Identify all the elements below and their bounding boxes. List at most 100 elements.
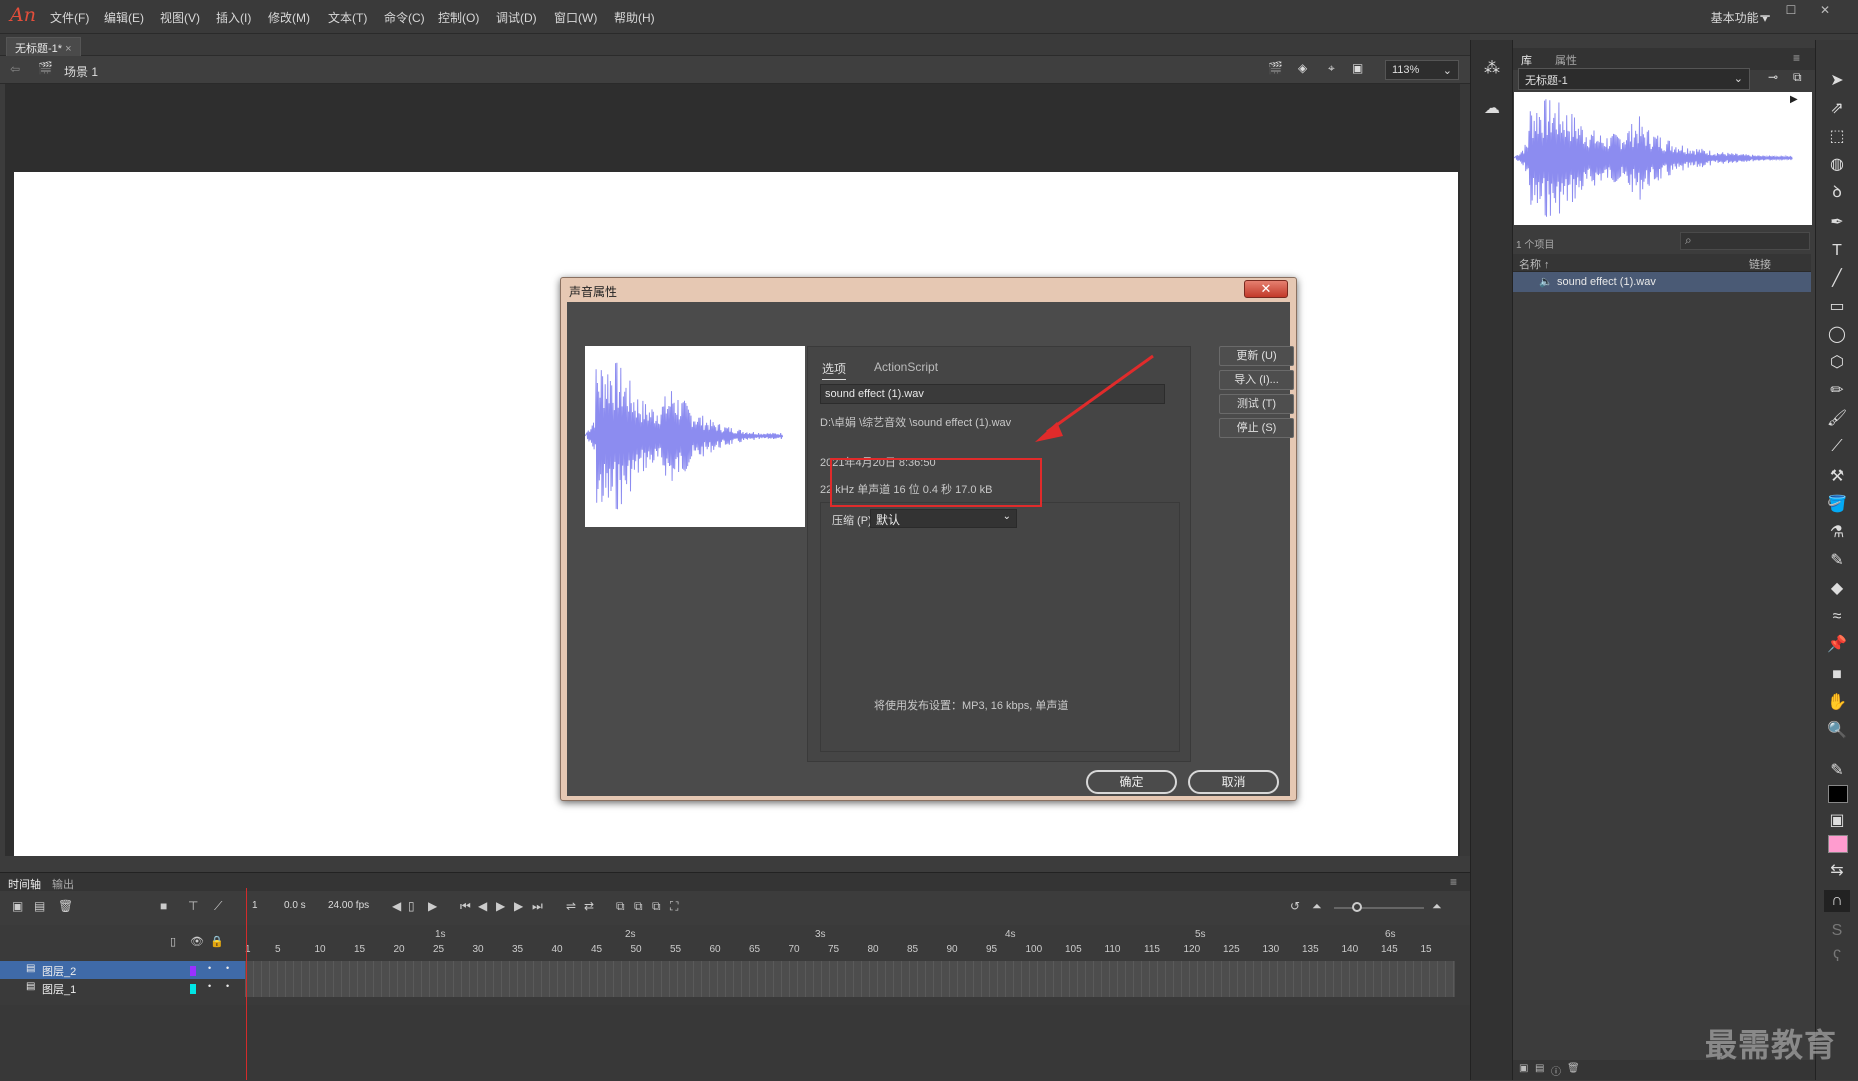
menu-item-1[interactable]: 编辑(E) xyxy=(104,9,144,26)
asset-warp-tool-icon[interactable]: 📌 xyxy=(1824,634,1850,656)
center-frame-icon[interactable]: ⇄ xyxy=(584,899,594,913)
layer-lock-dot[interactable]: • xyxy=(226,981,229,991)
document-tab[interactable]: 无标题-1* × xyxy=(6,37,81,56)
onion-skin-icon[interactable]: ⧉ xyxy=(616,899,625,914)
pencil-tool-icon[interactable]: ✏ xyxy=(1824,380,1850,402)
cancel-button[interactable]: 取消 xyxy=(1188,770,1279,794)
subselection-tool-icon[interactable]: ⇗ xyxy=(1824,98,1850,120)
dialog-close-button[interactable]: ✕ xyxy=(1244,280,1288,298)
tab-actionscript[interactable]: ActionScript xyxy=(874,360,938,374)
step-forward-icon[interactable]: ▶ xyxy=(514,899,523,913)
panel-menu-icon[interactable]: ≡ xyxy=(1450,875,1457,889)
play-icon[interactable]: ▶ xyxy=(496,899,505,913)
tab-properties[interactable]: 属性 xyxy=(1555,52,1577,68)
stop-button[interactable]: 停止 (S) xyxy=(1219,418,1294,438)
current-time[interactable]: 0.0 s xyxy=(284,900,306,911)
ok-button[interactable]: 确定 xyxy=(1086,770,1177,794)
undo-scale-icon[interactable]: ↺ xyxy=(1290,899,1300,913)
last-frame-icon[interactable]: ⏭ xyxy=(532,899,543,914)
menu-item-10[interactable]: 帮助(H) xyxy=(614,9,655,26)
modify-markers-icon[interactable]: ⛶ xyxy=(670,899,678,914)
menu-item-0[interactable]: 文件(F) xyxy=(50,9,89,26)
zoom-tool-icon[interactable]: 🔍 xyxy=(1824,720,1850,742)
show-hide-eye-icon[interactable]: 👁 xyxy=(190,935,204,948)
3d-rotation-tool-icon[interactable]: ◍ xyxy=(1824,154,1850,176)
zoom-out-icon[interactable]: ⏶ xyxy=(1312,899,1322,914)
zoom-in-icon[interactable]: ⏶ xyxy=(1432,899,1442,914)
timeline-ruler[interactable]: 1s 2s 3s 4s 5s 6s 1 5 10 15 20 25 30 35 40 45 50 55 60 65 70… xyxy=(245,925,1455,959)
tab-options[interactable]: 选项 xyxy=(822,360,847,380)
camera-icon[interactable]: ■ xyxy=(160,899,167,913)
menu-item-8[interactable]: 调试(D) xyxy=(496,9,537,26)
layer-color-swatch[interactable] xyxy=(190,966,196,976)
menu-item-3[interactable]: 插入(I) xyxy=(216,9,251,26)
timeline-zoom-thumb[interactable] xyxy=(1352,902,1362,912)
swap-colors-icon[interactable]: ⇆ xyxy=(1824,860,1850,882)
layer-row[interactable]: ▤ 图层_2 • • xyxy=(0,961,245,979)
column-name[interactable]: 名称 ↑ xyxy=(1519,256,1550,272)
add-keyframe-icon[interactable]: ▯ xyxy=(408,899,415,913)
layer-color-swatch[interactable] xyxy=(190,984,196,994)
new-folder-icon[interactable]: ▤ xyxy=(1535,1063,1544,1074)
stage-vertical-scrollbar[interactable] xyxy=(1460,84,1470,856)
close-icon[interactable]: × xyxy=(65,43,71,55)
new-library-panel-icon[interactable]: ⧉ xyxy=(1793,70,1802,85)
new-symbol-icon[interactable]: ▣ xyxy=(1519,1063,1528,1074)
width-tool-icon[interactable]: ≈ xyxy=(1824,606,1850,628)
layer-frames[interactable] xyxy=(245,979,1455,997)
menu-item-4[interactable]: 修改(M) xyxy=(268,9,310,26)
edit-symbol-icon[interactable]: ◈ xyxy=(1298,61,1307,75)
menu-item-6[interactable]: 命令(C) xyxy=(384,9,425,26)
current-frame[interactable]: 1 xyxy=(252,900,258,911)
menu-item-9[interactable]: 窗口(W) xyxy=(554,9,597,26)
library-item-sound[interactable]: 🔈 sound effect (1).wav xyxy=(1513,272,1811,292)
playhead[interactable] xyxy=(246,888,247,1080)
prev-keyframe-icon[interactable]: ◀ xyxy=(392,899,401,913)
frame-rate[interactable]: 24.00 fps xyxy=(328,900,369,911)
outline-icon[interactable]: ▯ xyxy=(170,935,176,948)
library-document-select[interactable]: 无标题-1 ⌄ xyxy=(1518,68,1750,90)
column-linkage[interactable]: 链接 xyxy=(1749,256,1771,272)
library-search-input[interactable]: ⌕ xyxy=(1680,232,1810,250)
lock-icon[interactable]: 🔒 xyxy=(210,935,224,948)
rectangle-tool-icon[interactable]: ▭ xyxy=(1824,296,1850,318)
delete-layer-icon[interactable]: 🗑 xyxy=(58,899,73,913)
edit-scene-icon[interactable]: 🎬 xyxy=(1268,61,1283,75)
onion-outline-icon[interactable]: ⧉ xyxy=(634,899,643,914)
bone-tool-icon[interactable]: ⚒ xyxy=(1824,466,1850,488)
minimize-button[interactable]: ▁ xyxy=(1752,2,1778,18)
compression-select[interactable]: 默认 ⌄ xyxy=(870,509,1017,528)
paint-bucket-tool-icon[interactable]: 🪣 xyxy=(1824,494,1850,516)
line-tool-icon[interactable]: ╱ xyxy=(1824,268,1850,290)
eraser-tool-icon[interactable]: ◆ xyxy=(1824,578,1850,600)
panel-menu-icon[interactable]: ≡ xyxy=(1793,51,1800,65)
graph-icon[interactable]: ⟋ xyxy=(214,899,222,914)
pen-tool-icon[interactable]: ✒ xyxy=(1824,212,1850,234)
motion-presets-icon[interactable]: ⁂ xyxy=(1479,58,1505,80)
play-preview-icon[interactable]: ▶ xyxy=(1790,94,1798,105)
layer-name[interactable]: 图层_1 xyxy=(42,981,76,997)
step-back-icon[interactable]: ◀ xyxy=(478,899,487,913)
layer-parenting-icon[interactable]: ⊤ xyxy=(188,899,198,913)
menu-item-7[interactable]: 控制(O) xyxy=(438,9,479,26)
eyedropper-tool-icon[interactable]: ✎ xyxy=(1824,550,1850,572)
ink-bottle-tool-icon[interactable]: ⚗ xyxy=(1824,522,1850,544)
paint-brush-tool-icon[interactable]: 🖌 xyxy=(1824,408,1850,430)
layer-name[interactable]: 图层_2 xyxy=(42,963,76,979)
free-transform-tool-icon[interactable]: ⬚ xyxy=(1824,126,1850,148)
text-tool-icon[interactable]: T xyxy=(1824,240,1850,262)
test-button[interactable]: 测试 (T) xyxy=(1219,394,1294,414)
timeline-zoom-slider[interactable] xyxy=(1334,907,1424,909)
properties-icon[interactable]: ⓘ xyxy=(1551,1063,1561,1078)
pin-icon[interactable]: ⊸ xyxy=(1768,70,1778,84)
zoom-select[interactable]: 113% ⌄ xyxy=(1385,60,1459,80)
new-folder-icon[interactable]: ▤ xyxy=(34,899,45,913)
brush-tool-icon[interactable]: ⟋ xyxy=(1824,436,1850,458)
fill-color-icon[interactable]: ▣ xyxy=(1824,810,1850,832)
edit-multiple-frames-icon[interactable]: ⧉ xyxy=(652,899,661,914)
import-button[interactable]: 导入 (I)... xyxy=(1219,370,1294,390)
oval-tool-icon[interactable]: ◯ xyxy=(1824,324,1850,346)
polystar-tool-icon[interactable]: ⬡ xyxy=(1824,352,1850,374)
layer-row[interactable]: ▤ 图层_1 • • xyxy=(0,979,245,997)
fill-color-swatch[interactable] xyxy=(1828,835,1848,853)
